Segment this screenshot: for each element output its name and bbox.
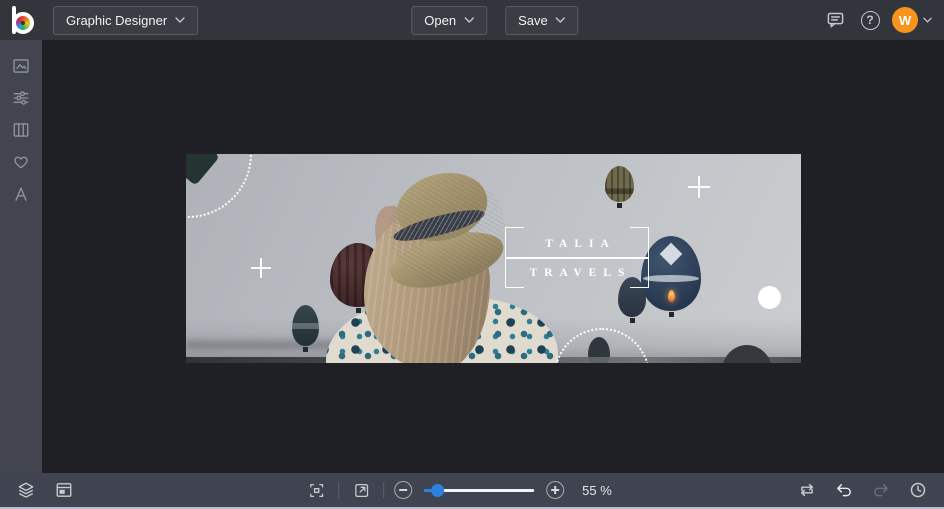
heart-icon xyxy=(12,153,30,171)
sidebar-item-layouts[interactable] xyxy=(0,114,42,146)
balloon-band xyxy=(643,275,698,282)
logo-colorwheel xyxy=(12,12,34,34)
sidebar-item-favorites[interactable] xyxy=(0,146,42,178)
history-clock-icon xyxy=(909,481,927,499)
compare-arrows-icon xyxy=(798,481,816,499)
fit-screen-icon xyxy=(308,482,325,499)
chevron-down-icon xyxy=(175,17,185,23)
redo-icon xyxy=(872,481,890,499)
bottombar-right xyxy=(795,478,930,502)
columns-icon xyxy=(12,121,30,139)
open-menu-button[interactable]: Open xyxy=(411,6,487,35)
topbar-center-menus: Open Save xyxy=(411,6,578,35)
separator xyxy=(383,482,384,498)
avatar: W xyxy=(892,7,918,33)
topbar-right: ? W xyxy=(822,7,932,33)
befunky-logo-icon[interactable] xyxy=(12,6,37,34)
image-icon xyxy=(12,57,30,75)
chevron-down-icon xyxy=(923,17,932,23)
bottombar: 55 % xyxy=(0,473,944,507)
feedback-button[interactable] xyxy=(822,7,848,33)
befunky-graphic-designer-app: Graphic Designer Open Save ? xyxy=(0,0,944,509)
account-button[interactable]: W xyxy=(892,7,932,33)
design-artboard[interactable]: TALIA TRAVELS xyxy=(186,154,801,363)
topbar: Graphic Designer Open Save ? xyxy=(0,0,944,40)
plus-mark-right[interactable] xyxy=(688,176,710,198)
feedback-chat-icon xyxy=(826,11,845,29)
hot-air-balloon-olive xyxy=(605,166,634,202)
help-icon: ? xyxy=(861,11,880,30)
sliders-icon xyxy=(12,89,30,107)
canvas-manager-button[interactable] xyxy=(52,478,76,502)
open-external-icon xyxy=(353,482,370,499)
chevron-down-icon xyxy=(556,17,566,23)
app-switcher-label: Graphic Designer xyxy=(66,13,167,28)
plus-mark-left[interactable] xyxy=(251,258,271,278)
layers-button[interactable] xyxy=(14,478,38,502)
separator xyxy=(338,482,339,498)
layers-icon xyxy=(17,481,35,499)
save-menu-button[interactable]: Save xyxy=(505,6,579,35)
zoom-level-label: 55 % xyxy=(582,483,612,498)
redo-button[interactable] xyxy=(869,478,893,502)
help-button[interactable]: ? xyxy=(857,7,883,33)
canvas-area[interactable]: TALIA TRAVELS xyxy=(42,40,944,473)
balloon-flame xyxy=(668,290,675,302)
chevron-down-icon xyxy=(464,17,474,23)
zoom-slider-thumb[interactable] xyxy=(431,484,444,497)
undo-button[interactable] xyxy=(832,478,856,502)
zoom-in-button[interactable] xyxy=(546,481,564,499)
full-preview-button[interactable] xyxy=(349,478,373,502)
save-menu-label: Save xyxy=(518,13,548,28)
zoom-out-button[interactable] xyxy=(394,481,412,499)
hot-air-balloon-teal xyxy=(292,305,319,346)
main-area: TALIA TRAVELS xyxy=(0,40,944,473)
history-button[interactable] xyxy=(906,478,930,502)
help-glyph: ? xyxy=(866,13,873,27)
app-switcher-button[interactable]: Graphic Designer xyxy=(53,6,198,35)
undo-icon xyxy=(835,481,853,499)
text-a-icon xyxy=(12,185,30,203)
sidebar-item-image-manager[interactable] xyxy=(0,50,42,82)
fit-to-screen-button[interactable] xyxy=(304,478,328,502)
design-title-line2[interactable]: TRAVELS xyxy=(505,259,649,286)
sidebar-item-edit-adjustments[interactable] xyxy=(0,82,42,114)
canvas-manager-icon xyxy=(55,481,73,499)
compare-button[interactable] xyxy=(795,478,819,502)
design-title-line1[interactable]: TALIA xyxy=(505,230,649,257)
bottombar-left xyxy=(14,478,76,502)
sidebar xyxy=(0,40,42,473)
white-circle-accent[interactable] xyxy=(758,286,781,309)
zoom-slider[interactable] xyxy=(424,483,534,497)
open-menu-label: Open xyxy=(424,13,456,28)
sidebar-item-text[interactable] xyxy=(0,178,42,210)
zoom-controls: 55 % xyxy=(304,478,612,502)
design-title-frame[interactable]: TALIA TRAVELS xyxy=(505,227,649,288)
